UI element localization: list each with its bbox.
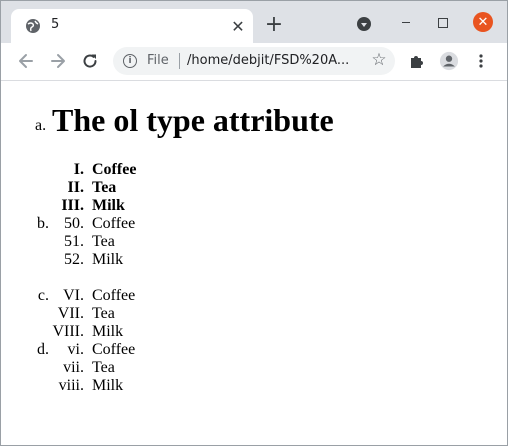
list-number: 51. xyxy=(64,233,84,250)
list-item: vi. Coffee xyxy=(1,341,201,359)
tab-active[interactable]: 5 ✕ xyxy=(11,9,253,43)
forward-arrow-icon[interactable] xyxy=(48,51,68,71)
bookmark-star-icon[interactable]: ☆ xyxy=(369,50,389,70)
list-text: Tea xyxy=(92,359,115,376)
list-text: Milk xyxy=(92,197,125,214)
tab-search-icon[interactable] xyxy=(357,17,371,31)
list-item: 51. Tea xyxy=(1,233,201,251)
list-item: viii. Milk xyxy=(1,377,201,395)
list-number: 50. xyxy=(64,215,84,232)
address-divider xyxy=(179,53,180,69)
list-item: I. Coffee xyxy=(1,161,201,179)
list-text: Coffee xyxy=(92,341,136,358)
tab-strip: 5 ✕ + ✕ xyxy=(1,1,507,43)
list-text: Coffee xyxy=(92,215,136,232)
list-text: Milk xyxy=(92,323,124,340)
list-text: Coffee xyxy=(92,287,136,304)
list-number: VIII. xyxy=(52,323,84,340)
list-item: III. Milk xyxy=(1,197,201,215)
list-text: Milk xyxy=(92,377,124,394)
minimize-icon[interactable] xyxy=(399,15,413,29)
list-number: vii. xyxy=(63,359,84,376)
list-text: Tea xyxy=(92,233,115,250)
page-title: The ol type attribute xyxy=(52,102,334,138)
maximize-icon[interactable] xyxy=(438,18,448,28)
list-text: Milk xyxy=(92,251,124,268)
url-text[interactable]: /home/debjit/FSD%20A... xyxy=(187,53,359,68)
list-number: III. xyxy=(61,197,84,214)
list-number: 52. xyxy=(64,251,84,268)
list-item: VII. Tea xyxy=(1,305,201,323)
back-arrow-icon[interactable] xyxy=(16,51,36,71)
tab-close-icon[interactable]: ✕ xyxy=(229,17,247,36)
list-number: II. xyxy=(67,179,84,196)
reload-icon[interactable] xyxy=(80,51,100,71)
list-item: VI. Coffee xyxy=(1,287,201,305)
browser-window: 5 ✕ + ✕ i File /home/debjit/FSD%20A... ☆… xyxy=(0,0,508,446)
page-content: a. The ol type attribute I. Coffee II. T… xyxy=(1,81,507,445)
list-item: 50. Coffee xyxy=(1,215,201,233)
list-number: VII. xyxy=(57,305,84,322)
menu-kebab-icon[interactable] xyxy=(471,51,491,71)
profile-avatar-icon[interactable] xyxy=(439,51,459,71)
scheme-label: File xyxy=(147,53,169,68)
list-item: II. Tea xyxy=(1,179,201,197)
address-bar[interactable]: i File /home/debjit/FSD%20A... ☆ xyxy=(113,47,395,75)
list-text: Coffee xyxy=(92,161,137,178)
list-text: Tea xyxy=(92,305,115,322)
tab-title: 5 xyxy=(51,17,60,32)
list-number: vi. xyxy=(67,341,84,358)
close-window-icon[interactable]: ✕ xyxy=(473,12,493,32)
toolbar: i File /home/debjit/FSD%20A... ☆ xyxy=(1,43,507,81)
info-icon[interactable]: i xyxy=(123,54,137,68)
list-text: Tea xyxy=(92,179,117,196)
list-item: vii. Tea xyxy=(1,359,201,377)
list-number: viii. xyxy=(58,377,84,394)
globe-icon xyxy=(25,18,41,34)
extensions-puzzle-icon[interactable] xyxy=(407,51,427,71)
list-item: VIII. Milk xyxy=(1,323,201,341)
new-tab-icon[interactable]: + xyxy=(263,12,285,37)
list-marker-a: a. xyxy=(35,117,47,134)
list-number: VI. xyxy=(63,287,84,304)
list-number: I. xyxy=(73,161,84,178)
list-item: 52. Milk xyxy=(1,251,201,269)
